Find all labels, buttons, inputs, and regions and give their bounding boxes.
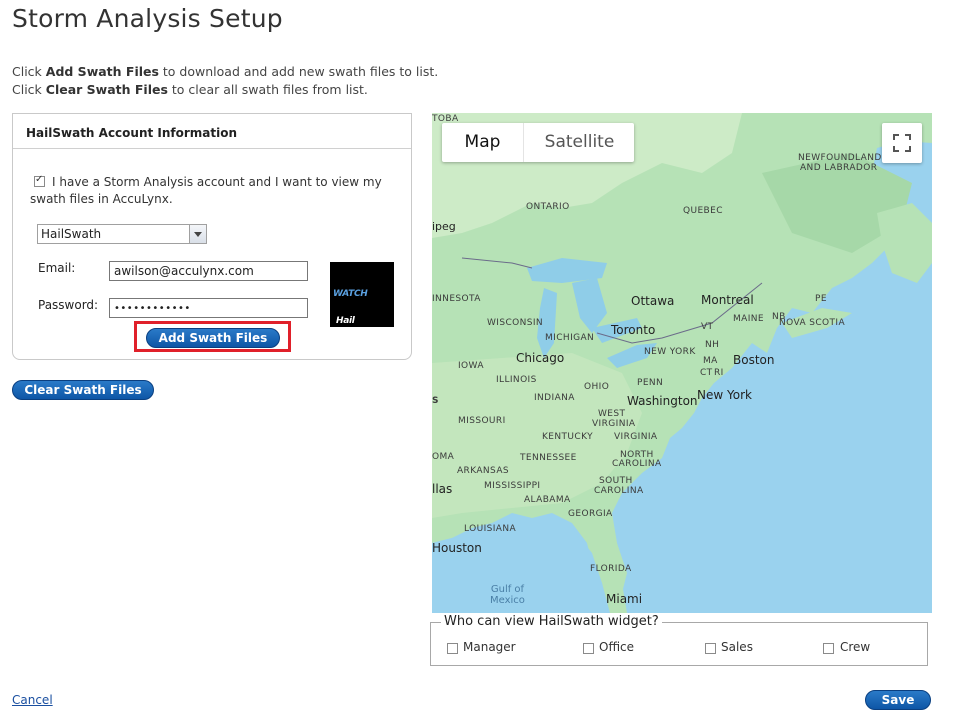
map-label: INNESOTA [432, 294, 481, 304]
password-field[interactable] [109, 298, 308, 318]
map-label: S [432, 396, 439, 406]
owns-account-label: I have a Storm Analysis account and I wa… [30, 175, 382, 206]
map-label: ILLINOIS [496, 375, 537, 385]
viewers-legend: Who can view HailSwath widget? [441, 614, 662, 629]
map-label: LOUISIANA [464, 524, 517, 534]
map-label: VIRGINIA [592, 419, 636, 429]
map-label: ARKANSAS [457, 466, 509, 476]
owns-account-checkbox[interactable] [34, 174, 45, 187]
map-label: MISSISSIPPI [484, 481, 541, 491]
sales-label: Sales [721, 640, 753, 654]
map-label: TENNESSEE [520, 453, 577, 463]
map-label: NH [705, 340, 720, 350]
sales-checkbox[interactable] [705, 643, 716, 654]
map-label: OMA [432, 452, 455, 462]
add-swath-files-button[interactable]: Add Swath Files [146, 328, 280, 348]
map-label: IOWA [458, 361, 484, 371]
office-label: Office [599, 640, 635, 654]
account-panel: HailSwath Account Information I have a S… [12, 113, 412, 360]
map-label: MISSOURI [458, 416, 506, 426]
map-label: PENN [637, 378, 664, 388]
map-label: ALABAMA [524, 495, 571, 505]
map-label: AND LABRADOR [800, 163, 878, 173]
manager-label: Manager [463, 640, 516, 654]
map-type-control: Map Satellite [442, 123, 634, 162]
map-label: ipeg [432, 220, 456, 233]
crew-checkbox[interactable] [823, 643, 834, 654]
map-label: MAINE [733, 314, 764, 324]
map-label: WEST [598, 409, 626, 419]
city-label: Ottawa [631, 294, 675, 308]
map-label: MA [703, 356, 718, 366]
map-label: SOUTH [599, 476, 633, 486]
city-label: Miami [606, 592, 643, 606]
city-label: New York [697, 388, 752, 402]
fullscreen-icon [893, 134, 911, 152]
map-label: CAROLINA [594, 486, 644, 496]
water-label: Gulf of Mexico [490, 584, 525, 606]
map-label: OHIO [584, 382, 610, 392]
city-label: Washington [627, 394, 698, 408]
map-label: INDIANA [534, 393, 575, 403]
map-label: NEWFOUNDLAND [798, 153, 882, 163]
map-label: MICHIGAN [545, 333, 595, 343]
map-label: TOBA [432, 114, 459, 124]
office-checkbox[interactable] [583, 643, 594, 654]
clear-swath-files-button[interactable]: Clear Swath Files [12, 380, 154, 400]
city-label: Montreal [701, 293, 754, 307]
page-title: Storm Analysis Setup [12, 4, 283, 33]
satellite-tab[interactable]: Satellite [523, 123, 635, 162]
password-label: Password: [38, 298, 99, 312]
map-label: CT [700, 368, 713, 378]
map-label: ONTARIO [526, 202, 570, 212]
email-field[interactable] [109, 261, 308, 281]
city-label: Toronto [611, 323, 656, 337]
map-label: QUEBEC [683, 206, 723, 216]
hailwatch-logo: Hail WATCH [330, 262, 394, 327]
cancel-link[interactable]: Cancel [12, 693, 53, 707]
city-label: Boston [733, 353, 775, 367]
manager-checkbox[interactable] [447, 643, 458, 654]
city-label: llas [432, 482, 453, 496]
email-label: Email: [38, 261, 76, 275]
help-line-add: Click Add Swath Files to download and ad… [12, 64, 439, 79]
map-label: VT [701, 322, 714, 332]
map-label: VIRGINIA [614, 432, 658, 442]
map-label: NOVA SCOTIA [779, 318, 846, 328]
provider-select[interactable]: HailSwath [37, 224, 207, 244]
map-land-svg [432, 113, 932, 613]
map-tab[interactable]: Map [442, 123, 523, 162]
map-label: RI [714, 368, 724, 378]
help-line-clear: Click Clear Swath Files to clear all swa… [12, 82, 368, 97]
map-label: KENTUCKY [542, 432, 593, 442]
map-label: GEORGIA [568, 509, 613, 519]
map-view[interactable]: Map Satellite TOBA ONTARIO QUEBEC NEWFOU… [432, 113, 932, 613]
map-label: FLORIDA [590, 564, 632, 574]
city-label: Chicago [516, 351, 565, 365]
save-button[interactable]: Save [865, 690, 931, 710]
viewers-fieldset: Who can view HailSwath widget? Manager O… [430, 614, 928, 666]
map-label: PE [815, 294, 827, 304]
fullscreen-button[interactable] [882, 123, 922, 163]
map-label: WISCONSIN [487, 318, 544, 328]
crew-label: Crew [840, 640, 871, 654]
chevron-down-icon[interactable] [189, 225, 206, 243]
city-label: Houston [432, 541, 482, 555]
map-label: NEW YORK [644, 347, 696, 357]
map-label: CAROLINA [612, 459, 662, 469]
account-panel-header: HailSwath Account Information [13, 114, 411, 149]
